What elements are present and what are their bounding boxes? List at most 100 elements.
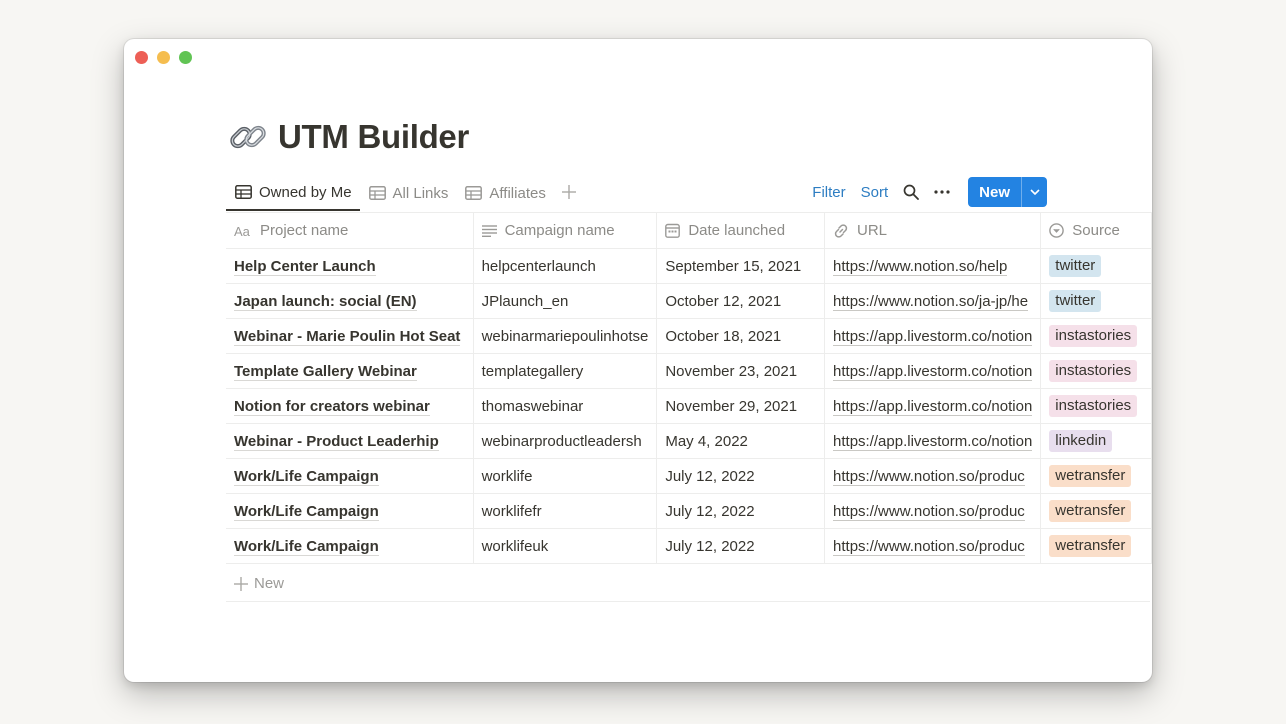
column-header-url[interactable]: URL (824, 212, 1042, 249)
filter-button[interactable]: Filter (812, 184, 845, 201)
tab-label: Owned by Me (259, 183, 352, 201)
project-name-cell[interactable]: Work/Life Campaign (226, 528, 474, 564)
campaign-name-cell[interactable]: worklifefr (472, 493, 658, 529)
source-cell[interactable]: instastories (1040, 318, 1152, 354)
table-row[interactable]: Japan launch: social (EN) JPlaunch_en Octo… (226, 283, 1152, 319)
source-cell[interactable]: twitter (1040, 248, 1152, 284)
source-cell[interactable]: wetransfer (1040, 528, 1152, 564)
url-cell[interactable]: https://app.livestorm.co/notion (824, 388, 1042, 424)
column-header-campaign-name[interactable]: Campaign name (472, 212, 658, 249)
more-icon (934, 190, 950, 194)
project-name-cell[interactable]: Work/Life Campaign (226, 458, 474, 494)
project-name-cell[interactable]: Notion for creators webinar (226, 388, 474, 424)
source-cell[interactable]: wetransfer (1040, 458, 1152, 494)
campaign-name-cell[interactable]: thomaswebinar (472, 388, 658, 424)
url-link[interactable]: https://app.livestorm.co/notion (833, 432, 1033, 451)
date-launched-cell[interactable]: November 23, 2021 (656, 353, 826, 389)
table-row[interactable]: Work/Life Campaign worklifeuk July 12, 202… (226, 528, 1152, 564)
table-row[interactable]: Notion for creators webinar thomaswebinar… (226, 388, 1152, 424)
table-row[interactable]: Webinar - Marie Poulin Hot Seat webinarma… (226, 318, 1152, 354)
url-cell[interactable]: https://www.notion.so/produc (824, 493, 1042, 529)
page-title[interactable]: UTM Builder (278, 118, 469, 156)
add-view-button[interactable] (554, 175, 584, 209)
date-launched-cell[interactable]: July 12, 2022 (656, 493, 826, 529)
url-cell[interactable]: https://www.notion.so/help (824, 248, 1042, 284)
view-actions: Filter Sort New (797, 176, 1047, 208)
tab-owned-by-me[interactable]: Owned by Me (226, 175, 360, 211)
campaign-name-cell[interactable]: templategallery (472, 353, 658, 389)
table-body: Help Center Launch helpcenterlaunch Septem… (226, 248, 1152, 564)
date-launched-cell[interactable]: September 15, 2021 (656, 248, 826, 284)
url-cell[interactable]: https://app.livestorm.co/notion (824, 423, 1042, 459)
url-link[interactable]: https://app.livestorm.co/notion (833, 327, 1033, 346)
date-launched-cell[interactable]: July 12, 2022 (656, 458, 826, 494)
source-cell[interactable]: wetransfer (1040, 493, 1152, 529)
link-icon[interactable] (228, 117, 268, 157)
date-text: November 23, 2021 (665, 362, 798, 380)
url-link[interactable]: https://app.livestorm.co/notion (833, 397, 1033, 416)
text-icon (481, 224, 497, 237)
source-tag: instastories (1049, 395, 1138, 417)
table-row[interactable]: Work/Life Campaign worklifefr July 12, 202… (226, 493, 1152, 529)
campaign-text: webinarproductleadersh (481, 432, 642, 450)
date-text: September 15, 2021 (665, 257, 802, 275)
date-launched-cell[interactable]: October 18, 2021 (656, 318, 826, 354)
project-name-cell[interactable]: Work/Life Campaign (226, 493, 474, 529)
url-cell[interactable]: https://www.notion.so/ja-jp/he (824, 283, 1042, 319)
table-row[interactable]: Help Center Launch helpcenterlaunch Septem… (226, 248, 1152, 284)
url-link[interactable]: https://www.notion.so/produc (833, 467, 1025, 486)
url-link[interactable]: https://app.livestorm.co/notion (833, 362, 1033, 381)
table-header-row: Aa Project name Campaign name Date launc… (226, 212, 1152, 249)
new-dropdown-button[interactable] (1021, 177, 1047, 207)
table-row[interactable]: Work/Life Campaign worklife July 12, 2022 h… (226, 458, 1152, 494)
url-link[interactable]: https://www.notion.so/produc (833, 537, 1025, 556)
zoom-window-button[interactable] (179, 51, 192, 64)
url-cell[interactable]: https://www.notion.so/produc (824, 458, 1042, 494)
source-cell[interactable]: instastories (1040, 353, 1152, 389)
url-cell[interactable]: https://app.livestorm.co/notion (824, 353, 1042, 389)
close-window-button[interactable] (135, 51, 148, 64)
tab-all-links[interactable]: All Links (360, 175, 457, 211)
campaign-text: helpcenterlaunch (481, 257, 596, 275)
new-button[interactable]: New (968, 177, 1021, 207)
minimize-window-button[interactable] (157, 51, 170, 64)
app-window: UTM Builder Owned by Me All Links Affili… (124, 39, 1152, 682)
date-launched-cell[interactable]: July 12, 2022 (656, 528, 826, 564)
column-header-date-launched[interactable]: Date launched (656, 212, 826, 249)
url-link[interactable]: https://www.notion.so/ja-jp/he (833, 292, 1029, 311)
column-header-project-name[interactable]: Aa Project name (226, 212, 474, 249)
table-row[interactable]: Webinar - Product Leaderhip webinarproduc… (226, 423, 1152, 459)
column-header-source[interactable]: Source (1040, 212, 1152, 249)
source-cell[interactable]: instastories (1040, 388, 1152, 424)
plus-icon (234, 576, 248, 591)
date-launched-cell[interactable]: November 29, 2021 (656, 388, 826, 424)
campaign-name-cell[interactable]: worklife (472, 458, 658, 494)
url-cell[interactable]: https://www.notion.so/produc (824, 528, 1042, 564)
campaign-name-cell[interactable]: webinarmariepoulinhotse (472, 318, 658, 354)
campaign-name-cell[interactable]: webinarproductleadersh (472, 423, 658, 459)
search-button[interactable] (903, 184, 920, 200)
page-header: UTM Builder (228, 115, 469, 159)
source-cell[interactable]: linkedin (1040, 423, 1152, 459)
campaign-name-cell[interactable]: worklifeuk (472, 528, 658, 564)
source-cell[interactable]: twitter (1040, 283, 1152, 319)
project-name-cell[interactable]: Webinar - Product Leaderhip (226, 423, 474, 459)
add-row-button[interactable]: New (226, 566, 1150, 602)
campaign-name-cell[interactable]: helpcenterlaunch (472, 248, 658, 284)
campaign-name-cell[interactable]: JPlaunch_en (472, 283, 658, 319)
url-link[interactable]: https://www.notion.so/help (833, 257, 1008, 276)
date-launched-cell[interactable]: October 12, 2021 (656, 283, 826, 319)
url-cell[interactable]: https://app.livestorm.co/notion (824, 318, 1042, 354)
table-row[interactable]: Template Gallery Webinar templategallery N… (226, 353, 1152, 389)
project-name-cell[interactable]: Japan launch: social (EN) (226, 283, 474, 319)
url-link[interactable]: https://www.notion.so/produc (833, 502, 1025, 521)
more-options-button[interactable] (934, 190, 950, 194)
source-tag: twitter (1049, 290, 1102, 312)
date-launched-cell[interactable]: May 4, 2022 (656, 423, 826, 459)
sort-button[interactable]: Sort (861, 184, 889, 201)
project-name-cell[interactable]: Help Center Launch (226, 248, 474, 284)
source-tag: twitter (1049, 255, 1102, 277)
project-name-cell[interactable]: Template Gallery Webinar (226, 353, 474, 389)
tab-affiliates[interactable]: Affiliates (456, 175, 553, 211)
project-name-cell[interactable]: Webinar - Marie Poulin Hot Seat (226, 318, 474, 354)
